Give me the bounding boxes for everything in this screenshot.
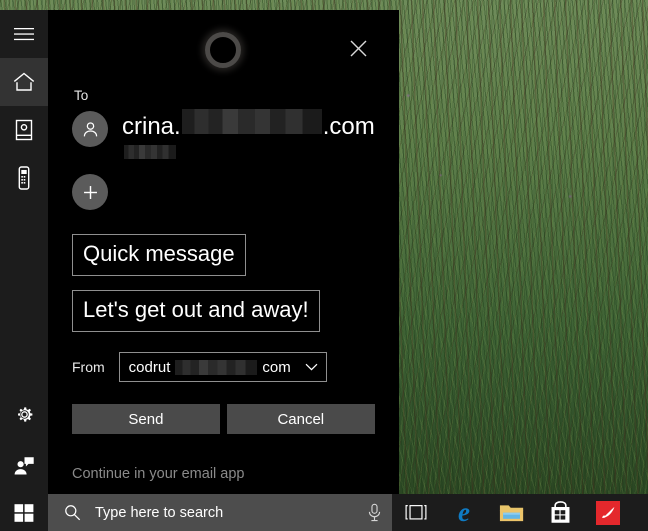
send-button[interactable]: Send xyxy=(72,404,220,434)
from-label: From xyxy=(72,359,105,375)
home-icon xyxy=(13,72,35,91)
close-button[interactable] xyxy=(339,28,379,68)
sidebar-item-hamburger[interactable] xyxy=(0,10,48,58)
taskbar-icons: e xyxy=(392,494,632,531)
avatar xyxy=(72,111,108,147)
cortana-sidebar-rail xyxy=(0,10,48,494)
from-row: From codrut com xyxy=(72,352,375,382)
search-input[interactable]: Type here to search xyxy=(95,505,353,521)
taskbar-item-microsoft-store[interactable] xyxy=(536,494,584,531)
notebook-icon xyxy=(15,119,33,141)
taskbar-item-file-explorer[interactable] xyxy=(488,494,536,531)
close-icon xyxy=(350,40,367,56)
from-value-prefix: codrut xyxy=(128,358,171,376)
subject-input[interactable]: Quick message xyxy=(72,234,246,276)
message-body-input[interactable]: Let's get out and away! xyxy=(72,290,320,332)
panel-header xyxy=(72,10,375,88)
taskbar-item-task-view[interactable] xyxy=(392,494,440,531)
cortana-flyout: To crina. .com Quick message Let's get o… xyxy=(0,10,399,494)
screen: To crina. .com Quick message Let's get o… xyxy=(0,0,648,531)
taskbar: Type here to search e xyxy=(0,494,648,531)
sidebar-item-devices[interactable] xyxy=(0,154,48,202)
redacted-block-address xyxy=(181,109,322,134)
taskbar-item-microsoft-edge[interactable]: e xyxy=(440,494,488,531)
cortana-email-panel: To crina. .com Quick message Let's get o… xyxy=(48,10,399,494)
sidebar-item-home[interactable] xyxy=(0,58,48,106)
start-button[interactable] xyxy=(0,494,48,531)
add-recipient-button[interactable] xyxy=(72,174,108,210)
store-bag-icon xyxy=(551,501,569,523)
edge-icon: e xyxy=(458,497,470,527)
recipient-address[interactable]: crina. .com xyxy=(122,109,375,160)
recipient-row: crina. .com xyxy=(72,109,375,160)
hamburger-icon xyxy=(14,28,34,41)
device-icon xyxy=(18,166,30,190)
continue-in-email-app-link[interactable]: Continue in your email app xyxy=(72,466,245,482)
cortana-ring-icon xyxy=(205,32,242,68)
gear-icon xyxy=(17,406,32,422)
sidebar-item-settings[interactable] xyxy=(0,390,48,438)
search-icon xyxy=(65,505,81,521)
task-view-icon xyxy=(405,505,427,520)
recipient-address-line-1: crina. .com xyxy=(122,109,375,142)
search-box[interactable]: Type here to search xyxy=(48,494,392,531)
redacted-block-from xyxy=(175,359,258,375)
taskbar-item-paint-3d[interactable] xyxy=(584,494,632,531)
person-icon xyxy=(83,121,97,136)
feedback-person-icon xyxy=(14,457,34,475)
redacted-block-address-secondary xyxy=(124,145,176,159)
from-account-select[interactable]: codrut com xyxy=(118,352,327,382)
plus-icon xyxy=(83,185,97,199)
folder-icon xyxy=(499,505,524,522)
action-button-row: Send Cancel xyxy=(72,404,375,434)
to-label: To xyxy=(74,88,89,103)
microphone-icon[interactable] xyxy=(367,503,382,522)
from-value-suffix: com xyxy=(262,358,291,376)
cancel-button[interactable]: Cancel xyxy=(226,404,375,434)
recipient-address-line-2 xyxy=(122,144,375,160)
sidebar-item-feedback[interactable] xyxy=(0,442,48,490)
recipient-name-suffix: .com xyxy=(322,113,375,140)
recipient-name-prefix: crina. xyxy=(122,113,181,140)
paint-3d-icon xyxy=(596,500,620,525)
chevron-down-icon xyxy=(295,363,318,371)
sidebar-item-notebook[interactable] xyxy=(0,106,48,154)
windows-logo-icon xyxy=(14,503,34,522)
